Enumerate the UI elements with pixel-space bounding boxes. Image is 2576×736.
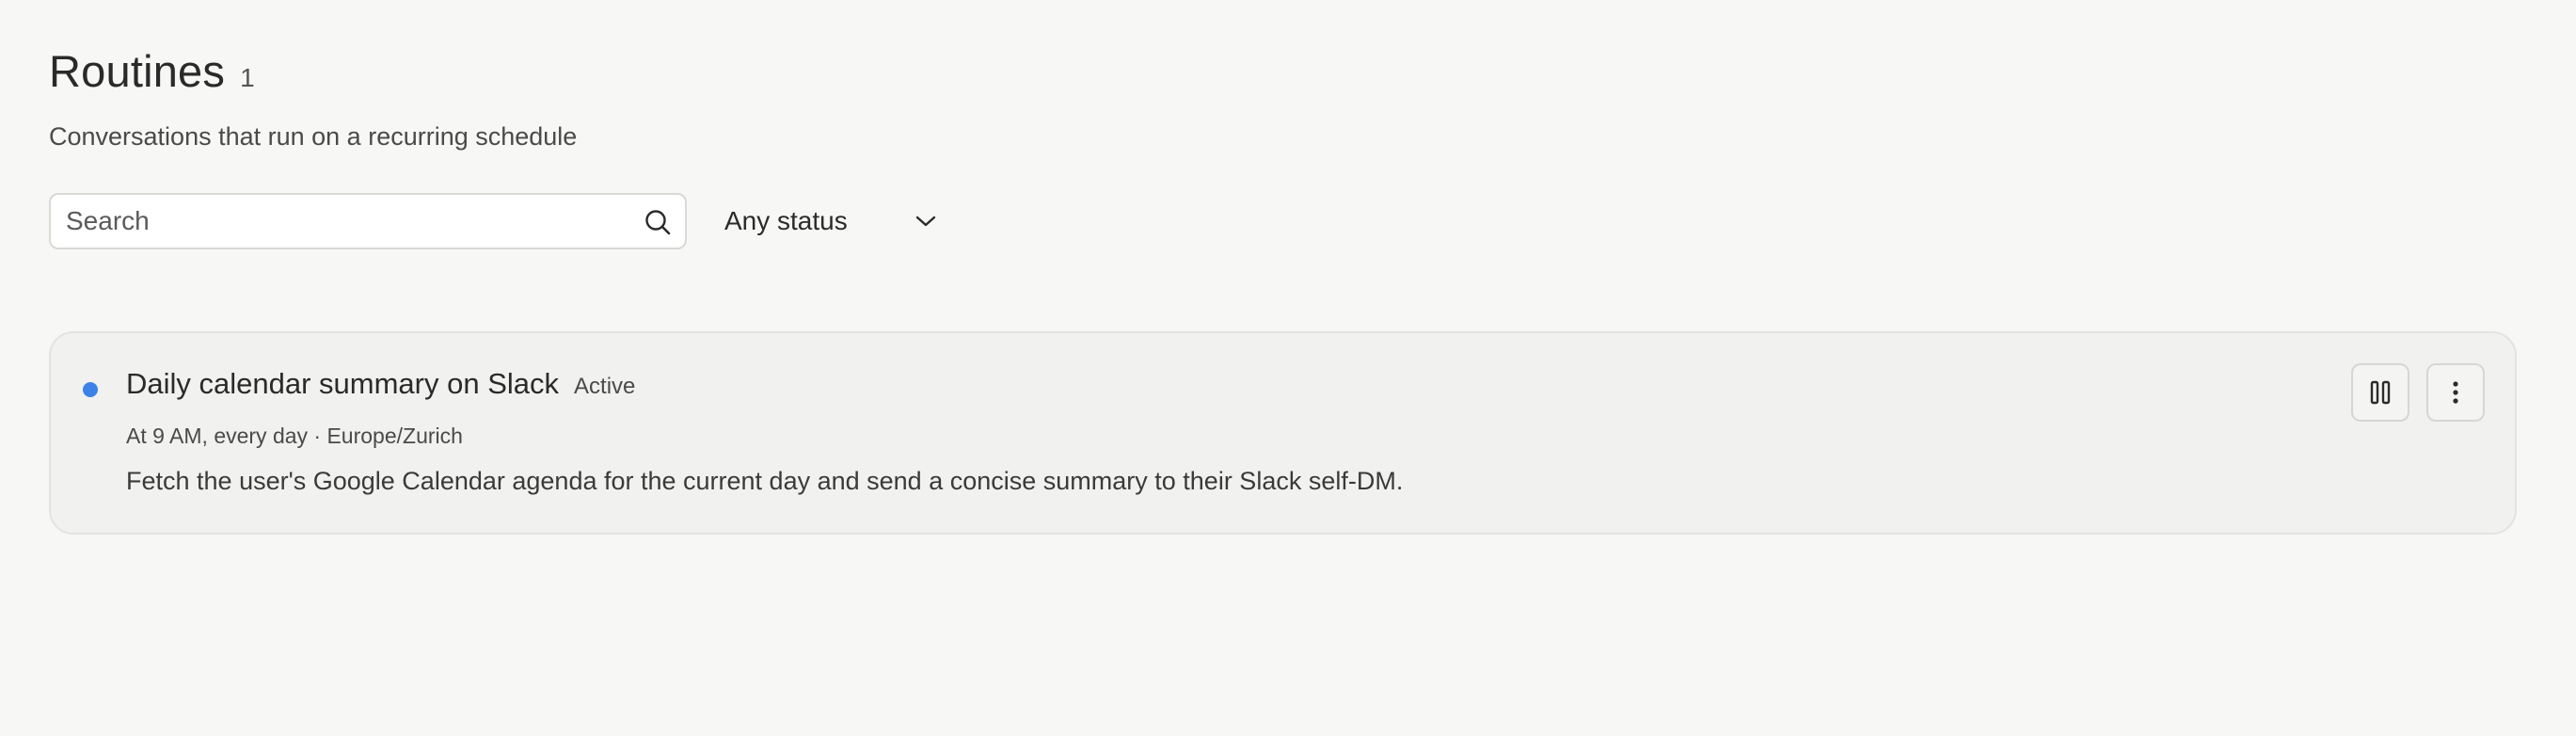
filter-bar: Any status — [49, 193, 2517, 249]
page-title: Routines — [49, 46, 226, 96]
page-subtitle: Conversations that run on a recurring sc… — [49, 122, 578, 151]
pause-icon — [2370, 380, 2391, 405]
pause-button[interactable] — [2351, 363, 2409, 422]
routine-title-row: Daily calendar summary on Slack Active — [126, 367, 635, 401]
routines-page: Routines 1 Conversations that run on a r… — [49, 45, 2517, 535]
search-box[interactable] — [49, 193, 687, 249]
routine-card[interactable]: Daily calendar summary on Slack Active A… — [49, 331, 2517, 535]
search-input[interactable] — [66, 195, 630, 248]
routine-count: 1 — [240, 63, 255, 92]
status-filter-label: Any status — [724, 206, 848, 235]
more-vertical-icon — [2453, 381, 2458, 404]
routine-description: Fetch the user's Google Calendar agenda … — [126, 467, 1404, 495]
routine-title: Daily calendar summary on Slack — [126, 367, 560, 400]
active-status-dot — [83, 382, 98, 397]
more-options-button[interactable] — [2426, 363, 2485, 422]
chevron-down-icon — [915, 216, 935, 227]
routine-schedule: At 9 AM, every day · Europe/Zurich — [126, 424, 463, 448]
search-icon[interactable] — [644, 208, 672, 236]
status-filter-dropdown[interactable]: Any status — [724, 193, 936, 249]
page-header: Routines 1 — [49, 45, 2517, 113]
routine-status-label: Active — [574, 374, 636, 399]
